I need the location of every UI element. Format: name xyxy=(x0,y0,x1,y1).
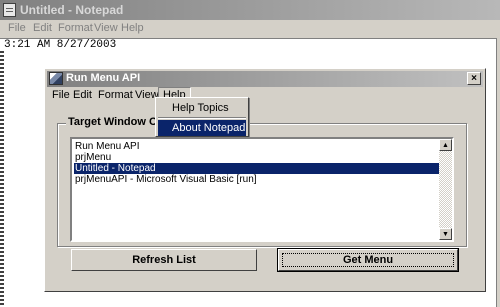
list-item[interactable]: prjMenu xyxy=(74,152,443,163)
menu-separator xyxy=(158,117,246,119)
app-icon xyxy=(49,72,63,85)
notepad-menu-help[interactable]: Help xyxy=(121,22,144,34)
help-dropdown-menu: Help Topics About Notepad xyxy=(155,97,249,137)
window-caption-list[interactable]: Run Menu API prjMenu Untitled - Notepad … xyxy=(70,137,454,242)
notepad-menu-edit[interactable]: Edit xyxy=(33,22,52,34)
notepad-titlebar[interactable]: Untitled - Notepad xyxy=(0,0,500,20)
notepad-menu-format[interactable]: Format xyxy=(58,22,93,34)
focus-rectangle xyxy=(282,253,454,267)
scroll-down-arrow-icon[interactable]: ▼ xyxy=(439,228,452,240)
notepad-left-border xyxy=(0,51,4,307)
notepad-menubar: File Edit Format View Help xyxy=(0,20,500,38)
list-scrollbar[interactable]: ▲ ▼ xyxy=(439,139,452,240)
notepad-title: Untitled - Notepad xyxy=(20,3,124,17)
get-menu-button[interactable]: Get Menu xyxy=(277,248,459,272)
refresh-list-button[interactable]: Refresh List xyxy=(71,249,257,271)
dialog-menu-format[interactable]: Format xyxy=(95,88,136,103)
notepad-menu-file[interactable]: File xyxy=(8,22,26,34)
close-button[interactable]: × xyxy=(467,72,481,85)
menu-item-about-notepad[interactable]: About Notepad xyxy=(158,120,246,136)
target-window-groupbox: Target Window Capt Run Menu API prjMenu … xyxy=(57,116,467,247)
notepad-menu-view[interactable]: View xyxy=(94,22,118,34)
notepad-icon xyxy=(3,3,16,17)
dialog-menu-edit[interactable]: Edit xyxy=(70,88,95,103)
list-item-selected[interactable]: Untitled - Notepad xyxy=(74,163,443,174)
list-item[interactable]: prjMenuAPI - Microsoft Visual Basic [run… xyxy=(74,174,443,185)
dialog-titlebar[interactable]: Run Menu API × xyxy=(47,71,483,87)
scroll-up-arrow-icon[interactable]: ▲ xyxy=(439,139,452,151)
menu-item-help-topics[interactable]: Help Topics xyxy=(158,100,246,116)
dialog-title: Run Menu API xyxy=(66,72,141,84)
list-item[interactable]: Run Menu API xyxy=(74,141,443,152)
dialog-menubar: File Edit Format View Help xyxy=(47,87,483,104)
refresh-list-label: Refresh List xyxy=(132,254,196,266)
notepad-scrollbar[interactable] xyxy=(496,38,500,307)
run-menu-api-window: Run Menu API × File Edit Format View Hel… xyxy=(44,68,486,292)
notepad-content: 3:21 AM 8/27/2003 xyxy=(4,39,117,51)
